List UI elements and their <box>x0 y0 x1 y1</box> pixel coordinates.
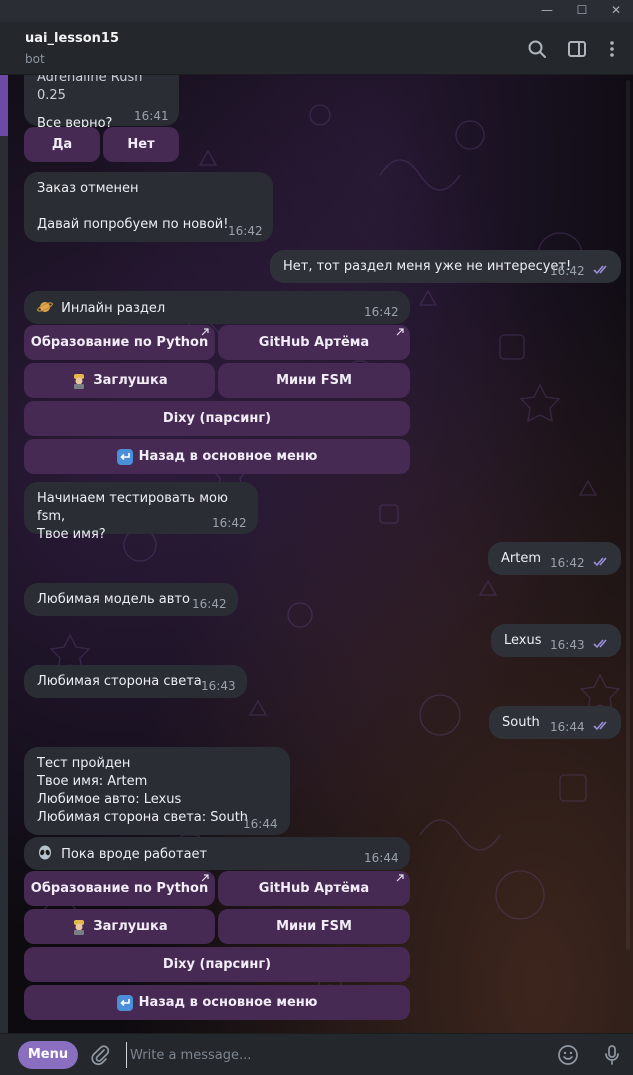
button-label: Образование по Python <box>30 335 209 350</box>
button-label: GitHub Артёма <box>258 881 370 896</box>
planet-emoji-icon <box>37 302 53 312</box>
chat-history[interactable]: Adrenaline Rush 0.25 Все верно? 16:41 Да… <box>0 75 633 1033</box>
inline-button-back-menu[interactable]: Назад в основное меню <box>24 439 410 474</box>
message-time: 16:42 <box>550 264 585 278</box>
inline-button-yes[interactable]: Да <box>24 127 100 162</box>
bot-menu-button[interactable]: Menu <box>18 1041 78 1069</box>
attach-icon[interactable] <box>89 1044 111 1066</box>
return-arrow-icon <box>116 994 133 1011</box>
external-link-icon <box>201 874 209 882</box>
read-checks-icon <box>593 265 607 275</box>
message-time: 16:43 <box>201 679 236 693</box>
message-time: 16:41 <box>134 109 169 123</box>
message-bubble-incoming[interactable]: Инлайн раздел 16:42 <box>24 291 410 324</box>
message-time: 16:42 <box>212 516 247 530</box>
close-window-button[interactable]: ✕ <box>599 0 633 22</box>
button-label: Назад в основное меню <box>138 995 318 1010</box>
message-bubble-incoming[interactable]: Начинаем тестировать мою fsm, Твое имя? … <box>24 482 258 542</box>
message-text: Пока вроде работает <box>61 847 208 862</box>
inline-button-edu-python[interactable]: Образование по Python <box>24 325 215 360</box>
chat-header: uai_lesson15 bot <box>0 22 633 75</box>
message-bubble-outgoing[interactable]: South 16:44 <box>489 706 621 739</box>
button-label: Заглушка <box>93 919 168 934</box>
message-text: Заказ отменен Давай попробуем по новой! <box>37 181 229 232</box>
message-time: 16:44 <box>364 851 399 865</box>
button-label: Образование по Python <box>30 881 209 896</box>
message-input[interactable] <box>126 1042 536 1068</box>
sidebar-toggle-icon[interactable] <box>567 39 587 59</box>
external-link-icon <box>396 328 404 336</box>
message-bubble-outgoing[interactable]: Artem 16:42 <box>488 542 621 575</box>
read-checks-icon <box>593 721 607 731</box>
inline-button-stub[interactable]: Заглушка <box>24 909 215 944</box>
button-label: Назад в основное меню <box>138 449 318 464</box>
message-bubble-incoming[interactable]: Пока вроде работает 16:44 <box>24 837 410 870</box>
inline-button-dixy[interactable]: Dixy (парсинг) <box>24 947 410 982</box>
message-bubble-outgoing[interactable]: Lexus 16:43 <box>491 624 621 657</box>
inline-button-mini-fsm[interactable]: Мини FSM <box>218 363 410 398</box>
message-bubble-outgoing[interactable]: Нет, тот раздел меня уже не интересует! … <box>270 250 621 283</box>
message-time: 16:44 <box>550 720 585 734</box>
message-composer: Menu <box>0 1033 633 1075</box>
message-bubble-incoming[interactable]: Любимая модель авто 16:42 <box>24 583 238 616</box>
inline-button-no[interactable]: Нет <box>103 127 179 162</box>
button-label: GitHub Артёма <box>258 335 370 350</box>
active-chat-indicator <box>0 75 8 136</box>
message-bubble-incoming[interactable]: Тест пройден Твое имя: Artem Любимое авт… <box>24 747 290 835</box>
more-vertical-icon[interactable] <box>602 39 622 59</box>
chat-list-edge <box>0 75 8 1033</box>
construction-worker-emoji-icon <box>74 919 85 935</box>
message-time: 16:42 <box>550 556 585 570</box>
inline-button-github[interactable]: GitHub Артёма <box>218 325 410 360</box>
message-text: Тест пройден Твое имя: Artem Любимое авт… <box>37 756 249 825</box>
inline-button-mini-fsm[interactable]: Мини FSM <box>218 909 410 944</box>
alien-emoji-icon <box>39 845 51 860</box>
message-bubble-incoming[interactable]: Adrenaline Rush 0.25 Все верно? 16:41 <box>24 75 179 131</box>
construction-worker-emoji-icon <box>74 373 85 389</box>
message-bubble-incoming[interactable]: Заказ отменен Давай попробуем по новой! … <box>24 172 273 242</box>
message-time: 16:42 <box>364 305 399 319</box>
external-link-icon <box>396 874 404 882</box>
return-arrow-icon <box>116 448 133 465</box>
chat-status: bot <box>25 52 45 66</box>
message-time: 16:42 <box>228 224 263 238</box>
maximize-button[interactable]: ☐ <box>565 0 599 22</box>
minimize-button[interactable]: — <box>530 0 564 22</box>
button-label: Заглушка <box>93 373 168 388</box>
chat-title[interactable]: uai_lesson15 <box>25 31 119 46</box>
inline-button-dixy[interactable]: Dixy (парсинг) <box>24 401 410 436</box>
message-bubble-incoming[interactable]: Любимая сторона света 16:43 <box>24 665 247 698</box>
inline-button-stub[interactable]: Заглушка <box>24 363 215 398</box>
read-checks-icon <box>593 557 607 567</box>
message-time: 16:42 <box>192 597 227 611</box>
inline-button-github[interactable]: GitHub Артёма <box>218 871 410 906</box>
microphone-icon[interactable] <box>601 1044 623 1066</box>
message-text-partial: Adrenaline Rush 0.25 <box>37 75 143 103</box>
message-time: 16:44 <box>243 817 278 831</box>
inline-button-edu-python[interactable]: Образование по Python <box>24 871 215 906</box>
external-link-icon <box>201 328 209 336</box>
message-time: 16:43 <box>550 638 585 652</box>
chat-scrollbar[interactable] <box>626 80 630 950</box>
read-checks-icon <box>593 639 607 649</box>
message-text: Инлайн раздел <box>61 301 166 316</box>
search-icon[interactable] <box>527 39 547 59</box>
emoji-icon[interactable] <box>557 1044 579 1066</box>
window-titlebar: — ☐ ✕ <box>0 0 633 22</box>
inline-button-back-menu[interactable]: Назад в основное меню <box>24 985 410 1020</box>
